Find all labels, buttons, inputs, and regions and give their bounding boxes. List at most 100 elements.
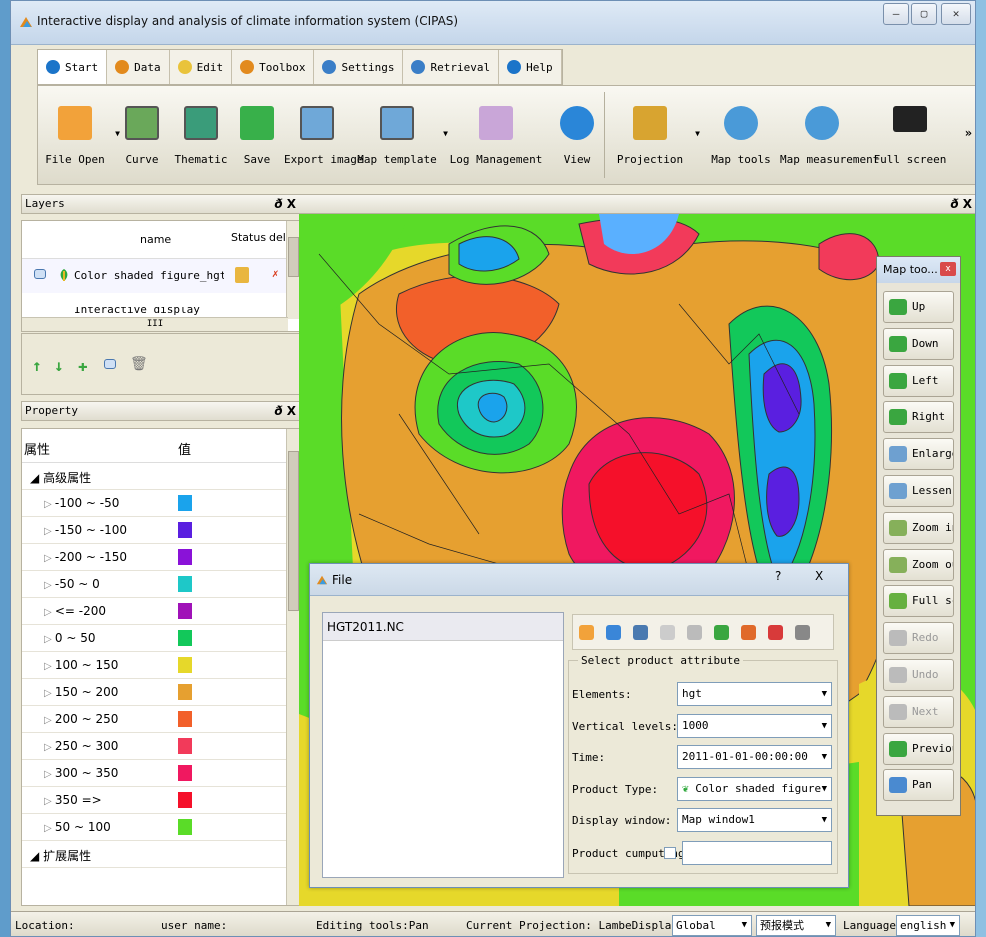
property-group-advanced[interactable]: ◢ 高级属性: [22, 463, 288, 490]
map-tool-up-button[interactable]: Up: [883, 291, 954, 323]
property-row[interactable]: ▷ -150 ~ -100: [22, 517, 288, 544]
vertical-levels-select[interactable]: 1000 ▼: [677, 713, 832, 738]
list-item[interactable]: HGT2011.NC: [323, 613, 563, 641]
property-row[interactable]: ▷ -50 ~ 0: [22, 571, 288, 598]
display-range-select[interactable]: Global ▼: [672, 915, 752, 936]
color-swatch[interactable]: [178, 603, 192, 619]
property-row[interactable]: ▷ 50 ~ 100: [22, 814, 288, 841]
map-tools-button[interactable]: Map tools: [708, 86, 774, 186]
color-swatch[interactable]: [178, 765, 192, 781]
color-swatch[interactable]: [178, 819, 192, 835]
view-layer-icon[interactable]: [104, 359, 116, 369]
gear-icon[interactable]: [795, 625, 810, 640]
back-arrow-icon[interactable]: [687, 625, 702, 640]
projection-button[interactable]: Projection ▼: [608, 86, 700, 186]
view-button[interactable]: View: [550, 86, 604, 186]
map-tool-lessen-button[interactable]: Lessen: [883, 475, 954, 507]
page-icon[interactable]: [660, 625, 675, 640]
color-swatch[interactable]: [178, 657, 192, 673]
color-swatch[interactable]: [178, 738, 192, 754]
property-row[interactable]: ▷ 300 ~ 350: [22, 760, 288, 787]
color-swatch[interactable]: [178, 549, 192, 565]
curve-button[interactable]: Curve: [116, 86, 168, 186]
close-panel-icon[interactable]: X: [287, 197, 296, 211]
property-group-extended[interactable]: ◢ 扩展属性: [22, 841, 288, 868]
file-list[interactable]: HGT2011.NC: [322, 612, 564, 878]
map-tool-next-button[interactable]: Next: [883, 695, 954, 728]
help-button[interactable]: ?: [775, 566, 781, 586]
tab-edit[interactable]: Edit: [170, 50, 233, 84]
float-panel-icon[interactable]: ð: [274, 404, 282, 418]
property-row[interactable]: ▷ -100 ~ -50: [22, 490, 288, 517]
folder-icon[interactable]: [579, 625, 594, 640]
close-button[interactable]: X: [815, 566, 823, 586]
chevron-down-icon[interactable]: ▼: [695, 129, 700, 138]
map-tool-pan-button[interactable]: Pan: [883, 769, 954, 802]
map-tool-down-button[interactable]: Down: [883, 327, 954, 360]
delete-layer-icon[interactable]: ✗: [272, 267, 279, 280]
property-vertical-scrollbar[interactable]: [286, 429, 300, 905]
property-row[interactable]: ▷ 250 ~ 300: [22, 733, 288, 760]
float-panel-icon[interactable]: ð: [274, 197, 282, 211]
maximize-button[interactable]: ▢: [911, 3, 937, 25]
forward-arrow-icon[interactable]: [714, 625, 729, 640]
close-panel-icon[interactable]: X: [963, 197, 972, 211]
export-image-button[interactable]: Export image: [284, 86, 363, 186]
tab-retrieval[interactable]: Retrieval: [403, 50, 500, 84]
close-icon[interactable]: x: [940, 262, 956, 276]
color-swatch[interactable]: [178, 576, 192, 592]
color-swatch[interactable]: [178, 522, 192, 538]
minimize-button[interactable]: ‒: [883, 3, 909, 25]
tab-help[interactable]: Help: [499, 50, 562, 84]
brush-icon[interactable]: [768, 625, 783, 640]
full-screen-button[interactable]: Full screen: [866, 86, 954, 186]
palette-icon[interactable]: [741, 625, 756, 640]
table-row[interactable]: Interactive display: [22, 307, 288, 315]
file-open-button[interactable]: File Open ▼: [38, 86, 120, 186]
table-row[interactable]: Color shaded figure_hgt_10 ✗: [22, 259, 288, 293]
property-row[interactable]: ▷ 200 ~ 250: [22, 706, 288, 733]
display-window-select[interactable]: Map window1 ▼: [677, 808, 832, 832]
map-tool-previou-button[interactable]: Previou: [883, 732, 954, 765]
ribbon-more-button[interactable]: »: [965, 126, 972, 140]
layers-vertical-scrollbar[interactable]: [286, 221, 300, 319]
float-panel-icon[interactable]: ð: [950, 197, 958, 211]
thematic-button[interactable]: Thematic: [172, 86, 230, 186]
tab-toolbox[interactable]: Toolbox: [232, 50, 315, 84]
map-tool-full-sc-button[interactable]: Full sc: [883, 585, 954, 618]
map-tool-zoom-in-button[interactable]: Zoom in: [883, 511, 954, 544]
layers-col-name[interactable]: name: [140, 233, 171, 246]
close-panel-icon[interactable]: X: [287, 404, 296, 418]
color-swatch[interactable]: [178, 684, 192, 700]
tab-start[interactable]: Start: [38, 50, 108, 84]
product-type-select[interactable]: ❦ Color shaded figure ▼: [677, 776, 832, 801]
tab-settings[interactable]: Settings: [314, 50, 404, 84]
map-measurement-button[interactable]: Map measurement: [780, 86, 879, 186]
time-select[interactable]: 2011-01-01-00:00:00 ▼: [677, 745, 832, 769]
layers-col-del[interactable]: del: [269, 231, 287, 244]
color-swatch[interactable]: [178, 792, 192, 808]
map-tool-right-button[interactable]: Right: [883, 401, 954, 434]
layers-horizontal-scrollbar[interactable]: III: [22, 317, 288, 331]
property-row[interactable]: ▷ -200 ~ -150: [22, 544, 288, 571]
save-button[interactable]: Save: [234, 86, 280, 186]
close-window-button[interactable]: ✕: [941, 3, 971, 25]
map-template-button[interactable]: Map template ▼: [354, 86, 448, 186]
property-row[interactable]: ▷ 150 ~ 200: [22, 679, 288, 706]
tab-data[interactable]: Data: [107, 50, 170, 84]
map-tool-redo-button[interactable]: Redo: [883, 622, 954, 655]
property-row[interactable]: ▷ 100 ~ 150: [22, 652, 288, 679]
product-computing-input[interactable]: [682, 841, 832, 865]
color-swatch[interactable]: [178, 711, 192, 727]
log-management-button[interactable]: Log Management: [447, 86, 545, 186]
comment-icon[interactable]: [606, 625, 621, 640]
move-up-icon[interactable]: ↑: [32, 356, 42, 375]
map-tool-enlarge-button[interactable]: Enlarge: [883, 438, 954, 471]
color-swatch[interactable]: [178, 630, 192, 646]
property-row[interactable]: ▷ 0 ~ 50: [22, 625, 288, 652]
book-icon[interactable]: [633, 625, 648, 640]
property-row[interactable]: ▷ <= -200: [22, 598, 288, 625]
trash-icon[interactable]: 🗑: [130, 356, 148, 372]
layers-col-status[interactable]: Status: [231, 231, 267, 244]
eye-icon[interactable]: [34, 269, 46, 279]
